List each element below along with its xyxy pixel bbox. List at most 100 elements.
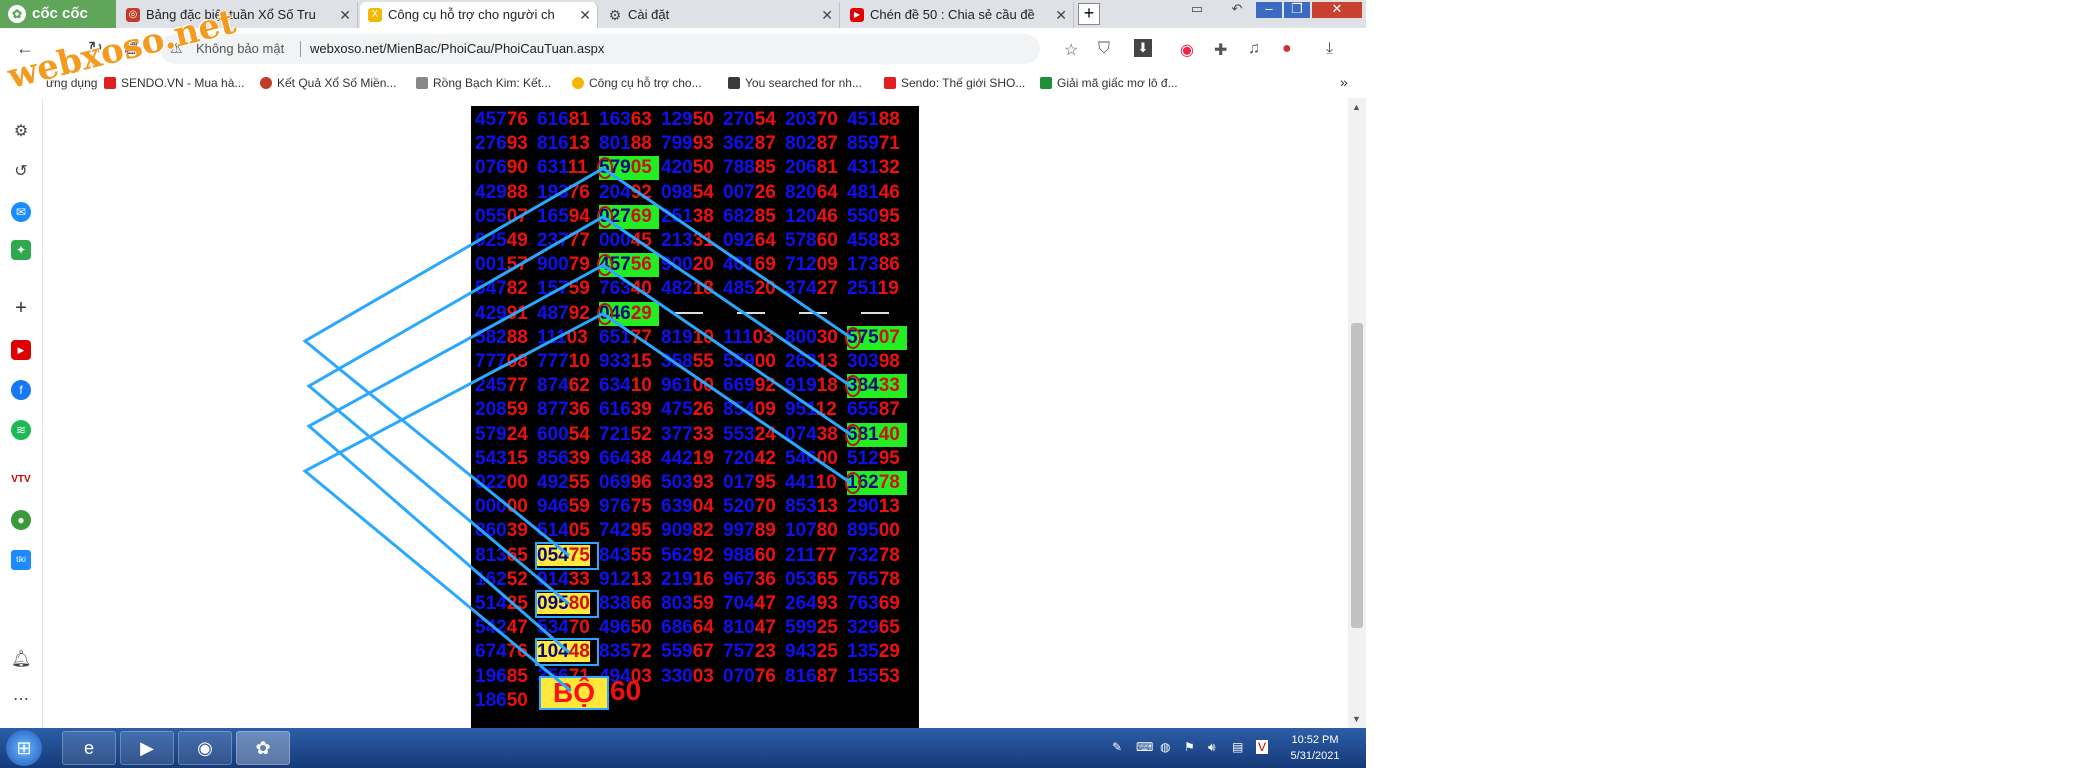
tray-globe-icon[interactable]: ◍ (1160, 740, 1170, 754)
board-cell: 23777 (537, 229, 597, 253)
youtube-icon[interactable]: ▶ (11, 340, 31, 360)
cell-prefix: 651 (599, 326, 631, 348)
more-bookmarks-icon[interactable]: » (1340, 74, 1348, 90)
close-tab-icon[interactable]: ✕ (579, 2, 591, 28)
chrome-icon[interactable]: ◉ (178, 731, 232, 765)
vertical-scrollbar[interactable]: ▲ ▼ (1348, 98, 1366, 728)
extensions-puzzle-icon[interactable]: ✚ (1214, 40, 1227, 60)
board-cell: 85313 (785, 495, 845, 519)
scroll-up-icon[interactable]: ▲ (1352, 102, 1361, 112)
notification-bell-icon[interactable]: 🔔︎ (11, 650, 31, 670)
language-icon[interactable]: ⌨ (1136, 740, 1153, 754)
bookmark-rong-bach-kim[interactable]: Rồng Bạch Kim: Kết... (416, 76, 551, 90)
xoso-icon (260, 77, 272, 89)
cell-suffix: 59 (692, 593, 714, 614)
cell-suffix: 50 (506, 689, 528, 711)
cell-suffix: 39 (630, 399, 652, 421)
v-app-icon[interactable]: V (1256, 740, 1269, 754)
tab-chen-de[interactable]: ▶ Chén đề 50 : Chia sẻ cầu đề ✕ (842, 2, 1074, 28)
media-player-icon[interactable]: ▶ (120, 731, 174, 765)
cell-prefix: 155 (847, 665, 879, 687)
minimize-icon[interactable]: – (1256, 2, 1282, 18)
bookmark-star-icon[interactable]: ☆ (1064, 40, 1078, 60)
close-tab-icon[interactable]: ✕ (1055, 2, 1067, 28)
network-icon[interactable]: ▤ (1232, 740, 1243, 754)
cell-prefix: 976 (599, 496, 631, 518)
messenger-icon[interactable]: ✉ (11, 202, 31, 222)
board-cell: 54315 (475, 447, 535, 471)
board-cell: 42991 (475, 302, 535, 326)
add-sidebar-icon[interactable]: + (11, 298, 31, 318)
scroll-thumb[interactable] (1351, 323, 1363, 628)
omnibox[interactable]: ⚠ Không bảo mật webxoso.net/MienBac/Phoi… (160, 34, 1040, 64)
board-cell: 32965 (847, 616, 907, 640)
screenshot-icon[interactable]: ▭ (1184, 0, 1210, 20)
piggy-icon[interactable]: ● (11, 510, 31, 530)
bookmark-giai-ma[interactable]: Giải mã giấc mơ lô đ... (1040, 76, 1178, 90)
cell-suffix: 70 (816, 109, 838, 130)
gear-icon: ⚙ (608, 7, 622, 23)
taskbar-clock[interactable]: 10:52 PM 5/31/2021 (1280, 732, 1350, 764)
start-button-icon[interactable]: ⊞ (6, 730, 42, 766)
vtv-icon[interactable]: VTV (11, 470, 31, 490)
more-options-icon[interactable]: ⋯ (11, 690, 31, 710)
restore-icon[interactable]: ❐ (1284, 2, 1310, 18)
board-cell: 99789 (723, 519, 783, 543)
board-cell: 90982 (661, 519, 721, 543)
volume-icon[interactable]: 🔊︎ (1208, 740, 1216, 755)
cell-suffix: 77 (568, 230, 590, 251)
tiki-icon[interactable]: tiki (11, 550, 31, 570)
new-tab-button[interactable]: + (1078, 3, 1100, 25)
history-icon[interactable]: ↺ (11, 162, 31, 182)
download-savior-icon[interactable]: ⬇ (1134, 39, 1152, 57)
cell-prefix: 120 (785, 205, 817, 227)
bookmark-sendo[interactable]: SENDO.VN - Mua hà... (104, 76, 244, 90)
flag-icon[interactable]: ⚑ (1184, 740, 1195, 754)
facebook-icon[interactable]: f (11, 380, 31, 400)
bookmark-ket-qua[interactable]: Kết Quả Xổ Số Miền... (260, 76, 396, 90)
playlist-icon[interactable]: ♫ (1248, 40, 1260, 58)
bookmark-sendo-shop[interactable]: Sendo: Thế giới SHO... (884, 76, 1025, 90)
shield-icon[interactable]: ⛉ (1098, 40, 1110, 58)
omnibox-divider (300, 41, 301, 57)
back-page-icon[interactable]: ↶ (1226, 0, 1248, 20)
settings-gear-icon[interactable]: ⚙ (11, 122, 31, 142)
coccoc-taskbar-icon[interactable]: ✿ (236, 731, 290, 765)
download-icon[interactable]: ⤓ (1326, 40, 1333, 58)
cell-prefix: 001 (475, 254, 507, 276)
cell-suffix: 76 (568, 181, 590, 203)
cell-prefix: 000 (475, 496, 507, 518)
cell-prefix: 582 (475, 326, 507, 348)
close-window-icon[interactable]: ✕ (1312, 2, 1362, 18)
close-tab-icon[interactable]: ✕ (821, 2, 833, 28)
cell-prefix: 251 (661, 205, 693, 227)
tab-cong-cu-ho-tro[interactable]: X Công cụ hỗ trợ cho người ch ✕ (360, 2, 598, 28)
cell-prefix: 330 (661, 665, 693, 687)
board-cell: 80030 (785, 326, 845, 350)
cell-suffix: 56 (630, 254, 652, 276)
profile-avatar-icon[interactable]: ● (1282, 40, 1292, 58)
bookmark-cong-cu[interactable]: Công cụ hỗ trợ cho... (572, 76, 702, 90)
internet-explorer-icon[interactable]: e (62, 731, 116, 765)
cell-prefix: 358 (661, 351, 693, 372)
game-icon[interactable]: ✦ (11, 240, 31, 260)
cell-suffix: 24 (754, 423, 776, 445)
tab-cai-dat[interactable]: ⚙ Cài đặt ✕ (600, 2, 840, 28)
chrome-ext-icon[interactable]: ◉ (1180, 40, 1194, 60)
cell-suffix: 03 (692, 665, 714, 687)
bookmark-you-searched[interactable]: You searched for nh... (728, 76, 862, 90)
cell-prefix: 203 (785, 109, 817, 130)
spotify-icon[interactable]: ≋ (11, 420, 31, 440)
tray-tool-icon[interactable]: ✎ (1112, 740, 1122, 754)
lottery-board: 45776 61681 16363 12950 27054 20370 45188 27693… (471, 106, 919, 728)
scroll-down-icon[interactable]: ▼ (1352, 714, 1361, 724)
cell-prefix: 163 (599, 109, 631, 130)
tab-title: Cài đặt (628, 7, 670, 22)
close-tab-icon[interactable]: ✕ (339, 2, 351, 28)
board-cell: 81687 (785, 665, 845, 689)
cell-suffix: 25 (506, 593, 528, 614)
browser-brand[interactable]: ✿ cốc cốc (0, 0, 116, 28)
url-text[interactable]: webxoso.net/MienBac/PhoiCau/PhoiCauTuan.… (310, 41, 604, 56)
cell-prefix: 704 (723, 593, 755, 614)
cell-suffix: 13 (816, 496, 838, 518)
